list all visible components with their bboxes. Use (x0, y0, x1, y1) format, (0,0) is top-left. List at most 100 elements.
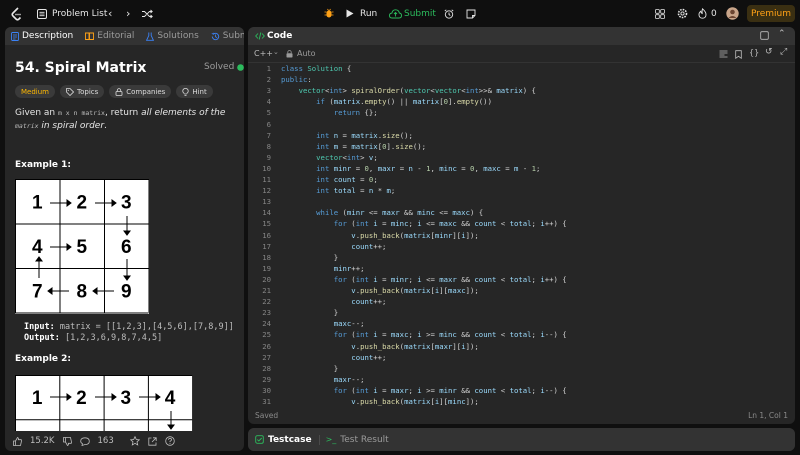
example-2-grid-cell: 2 (76, 388, 87, 409)
code-line[interactable]: 9 vector<int> v; (248, 152, 795, 163)
help-question-icon[interactable] (165, 436, 175, 446)
line-number: 25 (262, 330, 271, 340)
code-line[interactable]: 25 for (int i = maxc; i >= minc && count… (248, 329, 795, 340)
description-panel: Description Editorial Solutions Submissi… (5, 27, 244, 451)
code-line[interactable]: 4 if (matrix.empty() || matrix[0].empty(… (248, 96, 795, 107)
example-1-grid-cell: 7 (32, 281, 43, 302)
code-line[interactable]: 11 int count = 0; (248, 174, 795, 185)
language-select[interactable]: C++ (254, 49, 273, 58)
submit-button[interactable]: Submit (404, 0, 436, 27)
favorite-star-icon[interactable] (129, 436, 140, 446)
line-number: 22 (262, 297, 271, 307)
code-line[interactable]: 14 while (minr <= maxr && minc <= maxc) … (248, 207, 795, 218)
code-line[interactable]: 27 count++; (248, 352, 795, 363)
note-icon[interactable] (466, 0, 476, 27)
problem-list-icon[interactable] (37, 0, 47, 27)
comment-count: 163 (97, 436, 114, 446)
code-line[interactable]: 19 minr++; (248, 263, 795, 274)
solved-status: Solved (204, 62, 244, 72)
code-line[interactable]: 18 } (248, 252, 795, 263)
next-problem-icon[interactable]: › (126, 0, 130, 27)
fullscreen-icon[interactable]: ⤢ (780, 47, 787, 57)
reset-icon[interactable]: ↺ (765, 47, 773, 57)
code-line[interactable]: 20 for (int i = minr; i <= maxr && count… (248, 274, 795, 285)
code-line[interactable]: 24 maxc--; (248, 318, 795, 329)
code-line[interactable]: 6 (248, 119, 795, 130)
code-line[interactable]: 28 } (248, 363, 795, 374)
example-1-input: Input: matrix = [[1,2,3],[4,5,6],[7,8,9]… (24, 322, 234, 332)
line-number: 28 (262, 363, 271, 373)
language-chevron-icon[interactable]: ⌄ (273, 48, 279, 56)
code-text: v.push_back(matrix[maxr][i]); (351, 341, 479, 351)
share-icon[interactable] (148, 436, 157, 446)
tab-solutions[interactable]: Solutions (140, 27, 204, 45)
line-number: 27 (262, 352, 271, 362)
code-line[interactable]: 7 int n = matrix.size(); (248, 130, 795, 141)
companies-tag[interactable]: Companies (109, 85, 172, 98)
layout-grid-icon[interactable] (655, 0, 665, 27)
tab-submissions[interactable]: Submissions (205, 27, 244, 45)
hint-tag[interactable]: Hint (176, 85, 213, 98)
prev-problem-icon[interactable]: ‹ (108, 0, 112, 27)
auto-mode-label[interactable]: Auto (297, 49, 316, 58)
example-2-image: 1 2 3 4 (15, 375, 193, 431)
avatar[interactable] (726, 0, 739, 27)
code-text: return {}; (333, 108, 378, 118)
code-line[interactable]: 5 return {}; (248, 107, 795, 118)
alarm-clock-icon[interactable] (444, 0, 454, 27)
code-text: class Solution { (281, 64, 352, 73)
comment-icon[interactable] (79, 436, 90, 446)
book-icon (85, 32, 95, 40)
code-text: for (int i = maxr; i >= minr && count < … (333, 385, 567, 395)
code-line[interactable]: 26 v.push_back(matrix[maxr][i]); (248, 341, 795, 352)
upload-cloud-icon[interactable] (389, 0, 402, 27)
code-line[interactable]: 2 public: (248, 74, 795, 85)
code-line[interactable]: 21 v.push_back(matrix[i][maxc]); (248, 285, 795, 296)
format-lines-icon[interactable] (719, 50, 728, 58)
code-line[interactable]: 8 int m = matrix[0].size(); (248, 141, 795, 152)
problem-list-link[interactable]: Problem List (52, 0, 107, 27)
collapse-chevron-icon[interactable]: ⌃ (778, 29, 786, 39)
editor-status-bar: Saved Ln 1, Col 1 (248, 406, 795, 424)
code-line[interactable]: 30 for (int i = maxr; i >= minr && count… (248, 385, 795, 396)
code-line[interactable]: 29 maxr--; (248, 374, 795, 385)
code-line[interactable]: 15 for (int i = minc; i <= maxc && count… (248, 218, 795, 229)
maximize-icon[interactable] (760, 31, 769, 40)
code-line[interactable]: 10 int minr = 0, maxr = n - 1, minc = 0,… (248, 163, 795, 174)
line-number: 9 (266, 152, 271, 162)
dislike-thumb-icon[interactable] (62, 436, 72, 446)
code-editor[interactable]: 1 class Solution {2 public: 3 vector<int> s… (248, 63, 795, 424)
code-line[interactable]: 1 class Solution { (248, 63, 795, 74)
streak-fire-icon[interactable] (698, 0, 707, 27)
run-button[interactable]: Run (360, 0, 377, 27)
shuffle-icon[interactable] (142, 0, 153, 27)
line-number: 15 (262, 219, 271, 229)
logo-icon[interactable] (10, 0, 23, 27)
tab-description[interactable]: Description (5, 27, 79, 45)
code-line[interactable]: 12 int total = n * m; (248, 185, 795, 196)
code-line[interactable]: 16 v.push_back(matrix[minr][i]); (248, 230, 795, 241)
example-1-grid-cell: 3 (121, 192, 132, 213)
like-thumb-icon[interactable] (13, 436, 22, 446)
code-line[interactable]: 22 count++; (248, 296, 795, 307)
tab-editorial[interactable]: Editorial (79, 27, 140, 45)
code-line[interactable]: 3 vector<int> spiralOrder(vector<vector<… (248, 85, 795, 96)
code-text: } (281, 252, 339, 262)
code-line[interactable]: 23 } (248, 307, 795, 318)
difficulty-badge[interactable]: Medium (15, 85, 55, 98)
code-line[interactable]: 13 (248, 196, 795, 207)
line-number: 30 (262, 385, 271, 395)
code-text: count++; (351, 241, 387, 251)
run-icon[interactable] (346, 0, 354, 27)
settings-gear-icon[interactable] (677, 0, 688, 27)
topics-tag[interactable]: Topics (60, 85, 105, 98)
example-1-grid-cell: 1 (32, 192, 43, 213)
premium-button[interactable]: Premium (747, 5, 795, 22)
code-line[interactable]: 17 count++; (248, 241, 795, 252)
line-number: 24 (262, 319, 271, 329)
tab-testcase[interactable]: Testcase (268, 435, 312, 445)
debug-icon[interactable] (324, 0, 334, 27)
tab-test-result[interactable]: Test Result (340, 435, 388, 445)
bookmark-icon[interactable] (735, 50, 742, 59)
braces-icon[interactable]: {} (749, 48, 759, 57)
